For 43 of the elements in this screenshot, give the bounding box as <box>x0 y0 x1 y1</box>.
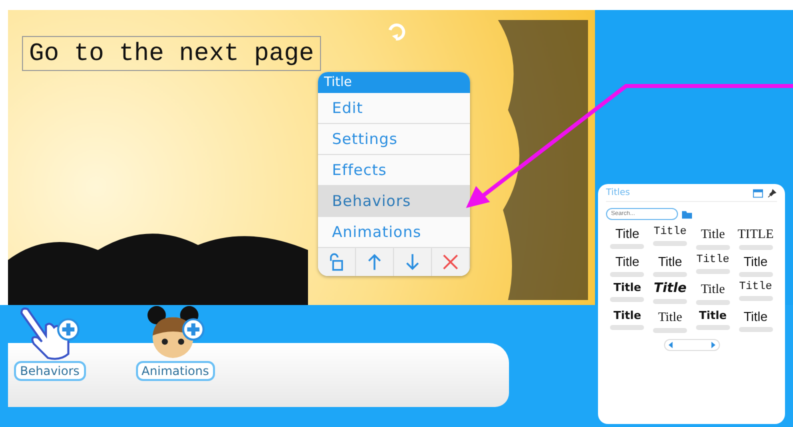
title-style-sample[interactable]: Title <box>615 226 640 241</box>
next-icon[interactable] <box>708 341 716 349</box>
title-style-sample[interactable]: Title <box>700 281 725 297</box>
title-style-sample[interactable]: Title <box>615 254 640 269</box>
title-style-sample[interactable]: Title <box>613 281 642 294</box>
title-style-sample[interactable]: Title <box>658 254 682 269</box>
title-style-sample[interactable]: Title <box>744 309 768 324</box>
pin-icon[interactable] <box>767 188 777 198</box>
style-label-bar <box>610 244 644 249</box>
style-label-bar <box>653 299 688 304</box>
title-style-sample[interactable]: Title <box>654 281 687 296</box>
window-icon[interactable] <box>753 188 763 198</box>
panel-title: Titles <box>606 188 631 198</box>
title-style-sample[interactable]: Title <box>739 281 772 293</box>
title-style-sample[interactable]: Title <box>744 254 768 269</box>
title-style-sample[interactable]: TITLE <box>738 226 774 242</box>
text-box[interactable]: Go to the next page <box>22 36 322 71</box>
shelf-label[interactable]: Animations <box>136 361 215 381</box>
style-label-bar <box>653 241 688 246</box>
style-label-bar <box>653 328 688 333</box>
style-label-bar <box>696 269 730 274</box>
hand-icon[interactable] <box>18 305 81 361</box>
title-style-sample[interactable]: Title <box>696 254 730 266</box>
style-label-bar <box>610 325 644 330</box>
title-style-sample[interactable]: Title <box>613 309 642 322</box>
style-label-bar <box>610 272 644 277</box>
title-style-sample[interactable]: Title <box>654 226 687 238</box>
previous-icon[interactable] <box>666 341 674 349</box>
title-style-sample[interactable]: Title <box>700 226 725 242</box>
style-label-bar <box>696 300 730 305</box>
shelf-label[interactable]: Behaviors <box>14 361 86 381</box>
style-label-bar <box>653 272 688 277</box>
style-label-bar <box>738 327 773 332</box>
menu-title: Title <box>318 72 470 93</box>
style-label-bar <box>696 245 730 250</box>
title-style-sample[interactable]: Title <box>658 309 682 325</box>
title-style-sample[interactable]: Title <box>698 309 727 322</box>
style-label-bar <box>738 245 773 250</box>
style-label-bar <box>738 272 773 277</box>
style-label-bar <box>738 296 773 301</box>
style-label-bar <box>696 325 730 330</box>
folder-icon[interactable] <box>682 210 692 218</box>
style-label-bar <box>610 297 644 302</box>
